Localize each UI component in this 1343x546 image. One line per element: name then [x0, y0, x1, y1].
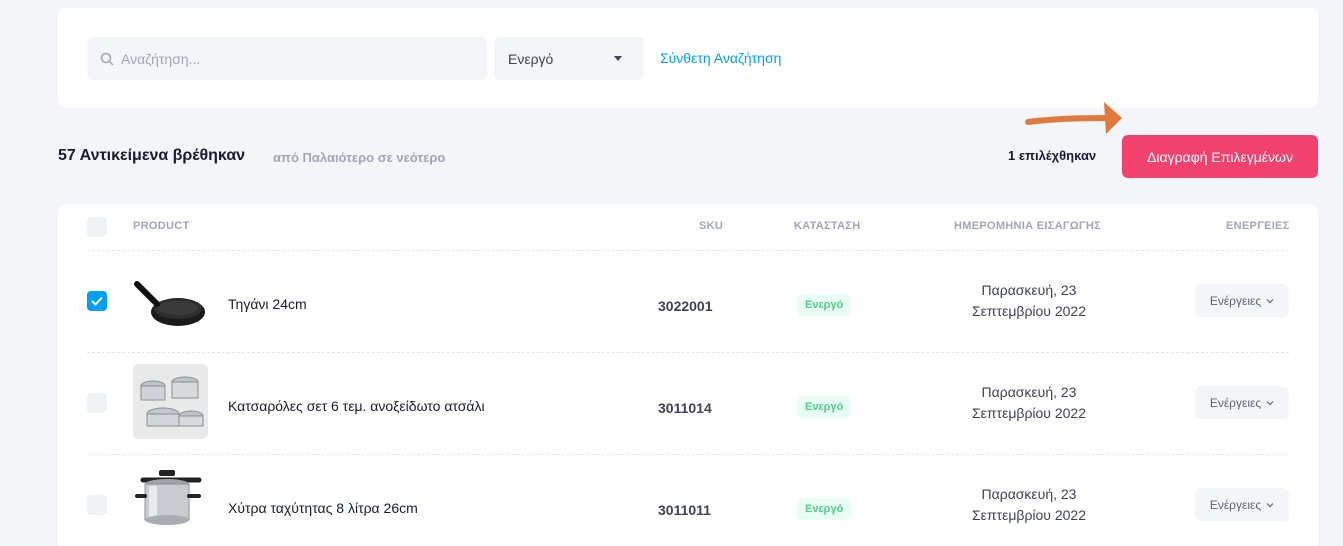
- row-actions-label: Ενέργειες: [1209, 395, 1262, 410]
- pressure-cooker-icon: [133, 466, 208, 541]
- status-badge: Ενεργό: [797, 498, 852, 520]
- frying-pan-icon: [133, 262, 208, 337]
- date-line-month: Σεπτεμβρίου 2022: [972, 507, 1086, 523]
- status-badge: Ενεργό: [797, 396, 852, 418]
- row-checkbox[interactable]: [87, 291, 107, 311]
- row-checkbox[interactable]: [87, 495, 107, 515]
- chevron-down-icon: [1266, 502, 1274, 507]
- date-added: Παρασκευή, 23 Σεπτεμβρίου 2022: [938, 484, 1120, 526]
- results-count-title: 57 Αντικείμενα βρέθηκαν: [58, 147, 246, 164]
- products-table: PRODUCT SKU ΚΑΤΑΣΤΑΣΗ ΗΜΕΡΟΜΗΝΙΑ ΕΙΣΑΓΩΓ…: [58, 204, 1318, 546]
- product-sku: 3022001: [658, 298, 713, 314]
- search-icon: [100, 52, 114, 65]
- status-select[interactable]: Ενεργό: [494, 37, 644, 80]
- date-added: Παρασκευή, 23 Σεπτεμβρίου 2022: [938, 280, 1120, 322]
- header-actions: ΕΝΕΡΓΕΙΕΣ: [1226, 220, 1290, 232]
- row-actions-button[interactable]: Ενέργειες: [1195, 284, 1289, 317]
- date-line-day: Παρασκευή, 23: [981, 282, 1077, 298]
- date-line-day: Παρασκευή, 23: [981, 486, 1077, 502]
- status-badge: Ενεργό: [797, 294, 852, 316]
- header-date: ΗΜΕΡΟΜΗΝΙΑ ΕΙΣΑΓΩΓΗΣ: [954, 220, 1101, 232]
- chevron-down-icon: [1266, 298, 1274, 303]
- caret-down-icon: [614, 56, 622, 61]
- header-sku: SKU: [699, 220, 724, 232]
- advanced-search-link[interactable]: Σύνθετη Αναζήτηση: [660, 50, 781, 66]
- search-input[interactable]: [121, 50, 481, 67]
- table-row: Τηγάνι 24cm 3022001 Ενεργό Παρασκευή, 23…: [58, 250, 1318, 352]
- table-row: Χύτρα ταχύτητας 8 λίτρα 26cm 3011011 Ενε…: [58, 454, 1318, 546]
- product-sku: 3011014: [658, 400, 712, 416]
- row-checkbox[interactable]: [87, 393, 107, 413]
- table-row: Κατσαρόλες σετ 6 τεμ. ανοξείδωτο ατσάλι …: [58, 352, 1318, 454]
- search-box[interactable]: [87, 37, 487, 80]
- results-sort-label: από Παλαιότερο σε νεότερο: [273, 150, 446, 165]
- row-actions-label: Ενέργειες: [1209, 293, 1262, 308]
- header-product: PRODUCT: [133, 220, 190, 232]
- row-actions-button[interactable]: Ενέργειες: [1195, 386, 1289, 419]
- check-icon: [91, 297, 103, 306]
- annotation-arrow-icon: [1025, 102, 1122, 134]
- select-all-checkbox[interactable]: [87, 217, 107, 237]
- chevron-down-icon: [1266, 400, 1274, 405]
- product-name[interactable]: Χύτρα ταχύτητας 8 λίτρα 26cm: [228, 500, 418, 516]
- header-status: ΚΑΤΑΣΤΑΣΗ: [794, 220, 861, 232]
- date-added: Παρασκευή, 23 Σεπτεμβρίου 2022: [938, 382, 1120, 424]
- status-select-value: Ενεργό: [508, 50, 554, 67]
- date-line-month: Σεπτεμβρίου 2022: [972, 303, 1086, 319]
- row-actions-label: Ενέργειες: [1209, 497, 1262, 512]
- delete-selected-button[interactable]: Διαγραφή Επιλεγμένων: [1122, 135, 1318, 178]
- product-sku: 3011011: [658, 502, 711, 518]
- product-name[interactable]: Τηγάνι 24cm: [228, 296, 307, 312]
- product-name[interactable]: Κατσαρόλες σετ 6 τεμ. ανοξείδωτο ατσάλι: [228, 398, 485, 414]
- date-line-month: Σεπτεμβρίου 2022: [972, 405, 1086, 421]
- cookware-set-icon: [133, 364, 208, 439]
- row-actions-button[interactable]: Ενέργειες: [1195, 488, 1289, 521]
- date-line-day: Παρασκευή, 23: [981, 384, 1077, 400]
